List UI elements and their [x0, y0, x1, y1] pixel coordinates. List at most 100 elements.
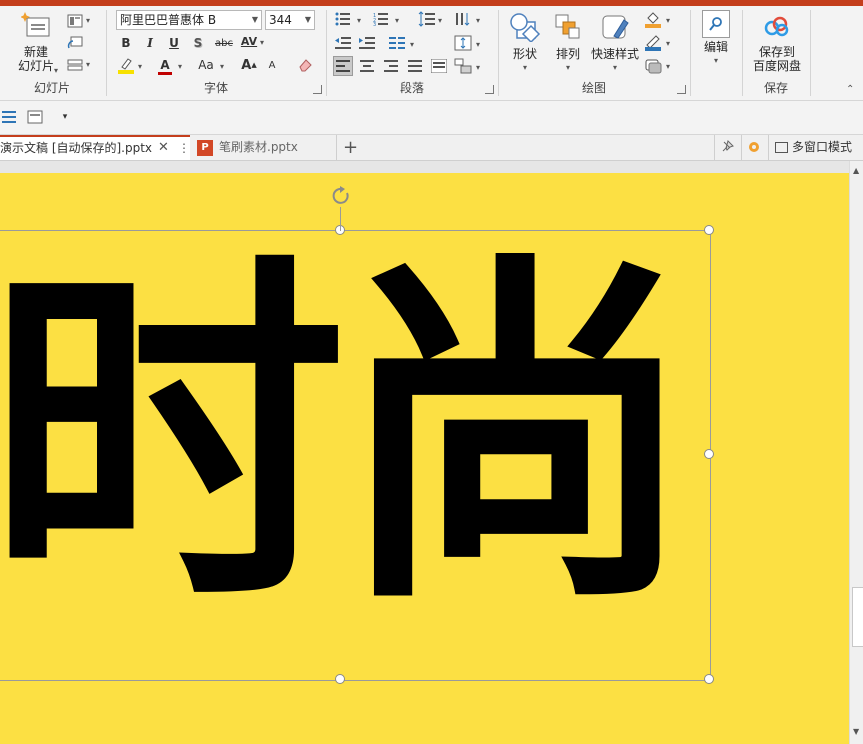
drawing-dialog-launcher-icon[interactable] — [677, 85, 686, 94]
quick-styles-button[interactable]: 快速样式 ▾ — [588, 12, 642, 75]
outline-view-icon[interactable] — [0, 108, 18, 126]
scroll-down-icon[interactable]: ▼ — [853, 727, 859, 736]
paragraph-group-label: 段落 — [399, 81, 424, 95]
shape-fill-button[interactable] — [644, 10, 662, 28]
paragraph-group: ▾ 123 ▾ ▾ ▾ ▾ ▾ ▾ 段落 — [328, 6, 496, 98]
align-left-button[interactable] — [333, 56, 353, 76]
save-to-baidu-label: 保存到 百度网盘 — [752, 45, 801, 73]
more-icon[interactable]: ⋮ — [178, 137, 190, 159]
shape-effects-button[interactable] — [644, 56, 662, 74]
tab-label: 笔刷素材.pptx — [219, 140, 298, 154]
divider — [714, 135, 715, 160]
distribute-button[interactable] — [430, 57, 448, 75]
save-to-baidu-button[interactable]: 保存到 百度网盘 — [748, 14, 806, 73]
multiwindow-mode-button[interactable]: 多窗口模式 — [775, 135, 863, 160]
text-direction-icon — [456, 13, 470, 26]
new-slide-dropdown-icon[interactable]: ▾ — [54, 66, 58, 75]
smartart-icon — [454, 58, 472, 74]
align-text-button[interactable] — [454, 34, 472, 52]
shape-outline-button[interactable] — [644, 33, 662, 51]
customize-toolbar-icon[interactable]: ▾ — [56, 108, 74, 126]
shrink-font-button[interactable]: A — [263, 56, 281, 74]
font-size-select[interactable]: 344 ▼ — [265, 10, 315, 30]
shapes-button[interactable]: 形状 ▾ — [504, 12, 546, 75]
edit-button[interactable]: 编辑 ▾ — [698, 10, 734, 68]
divider — [810, 10, 811, 96]
align-text-dropdown-icon[interactable]: ▾ — [476, 40, 480, 49]
line-spacing-button[interactable] — [418, 10, 436, 28]
paragraph-dialog-launcher-icon[interactable] — [485, 85, 494, 94]
line-spacing-dropdown-icon[interactable]: ▾ — [438, 16, 442, 25]
resize-handle-top-right[interactable] — [704, 225, 714, 235]
tab-presentation[interactable]: 演示文稿 [自动保存的].pptx ✕ ⋮ — [0, 135, 190, 160]
increase-indent-button[interactable] — [358, 34, 376, 52]
layout-icon[interactable] — [66, 12, 84, 30]
strikethrough-button[interactable]: abc — [212, 34, 236, 52]
font-group: 阿里巴巴普惠体 B ▼ 344 ▼ B I U S abc AV ▾ ▾ A ▾… — [108, 6, 324, 98]
section-dropdown-icon[interactable]: ▾ — [86, 60, 90, 69]
columns-dropdown-icon[interactable]: ▾ — [410, 40, 414, 49]
font-name-select[interactable]: 阿里巴巴普惠体 B ▼ — [116, 10, 262, 30]
underline-button[interactable]: U — [165, 34, 183, 52]
slide-view-icon[interactable] — [26, 108, 44, 126]
highlight-button[interactable] — [117, 56, 135, 74]
shape-effects-dropdown-icon[interactable]: ▾ — [666, 62, 670, 71]
bold-button[interactable]: B — [117, 34, 135, 52]
spacing-dropdown-icon[interactable]: ▾ — [260, 38, 264, 47]
columns-icon — [389, 37, 405, 49]
divider — [742, 10, 743, 96]
text-box-selection[interactable] — [0, 230, 711, 681]
section-icon[interactable] — [66, 56, 84, 74]
text-direction-button[interactable] — [454, 10, 472, 28]
layout-dropdown-icon[interactable]: ▾ — [86, 16, 90, 25]
shape-outline-dropdown-icon[interactable]: ▾ — [666, 39, 670, 48]
clear-format-button[interactable] — [296, 56, 314, 74]
slides-group-label: 幻灯片 — [33, 81, 70, 95]
resize-handle-right[interactable] — [704, 449, 714, 459]
rotate-handle-icon[interactable] — [330, 185, 352, 207]
scroll-thumb[interactable] — [852, 587, 863, 647]
decrease-indent-icon — [335, 37, 351, 49]
highlight-dropdown-icon[interactable]: ▾ — [138, 62, 142, 71]
bullets-button[interactable] — [334, 10, 352, 28]
text-direction-dropdown-icon[interactable]: ▾ — [476, 16, 480, 25]
close-icon[interactable]: ✕ — [158, 137, 169, 159]
change-case-button[interactable]: Aa — [194, 56, 218, 74]
shape-fill-dropdown-icon[interactable]: ▾ — [666, 16, 670, 25]
smartart-dropdown-icon[interactable]: ▾ — [476, 63, 480, 72]
tab-brush-material[interactable]: P 笔刷素材.pptx — [193, 135, 333, 160]
grow-font-button[interactable]: A ▲ — [240, 56, 258, 74]
character-spacing-button[interactable]: AV — [238, 32, 260, 50]
divider — [690, 10, 691, 96]
new-slide-button[interactable]: 新建 幻灯片 — [8, 12, 64, 73]
decrease-indent-button[interactable] — [334, 34, 352, 52]
window-icon — [775, 142, 788, 153]
new-tab-icon[interactable]: + — [343, 135, 359, 160]
font-color-dropdown-icon[interactable]: ▾ — [178, 62, 182, 71]
scroll-up-icon[interactable]: ▲ — [853, 166, 859, 175]
justify-button[interactable] — [406, 57, 424, 75]
reset-icon[interactable] — [66, 34, 84, 52]
numbering-dropdown-icon[interactable]: ▾ — [395, 16, 399, 25]
pin-icon[interactable] — [718, 138, 736, 156]
font-dialog-launcher-icon[interactable] — [313, 85, 322, 94]
arrange-button[interactable]: 排列 ▾ — [548, 12, 588, 75]
columns-button[interactable] — [388, 34, 406, 52]
vertical-scrollbar[interactable]: ▲ ▼ — [849, 161, 863, 744]
bullets-dropdown-icon[interactable]: ▾ — [357, 16, 361, 25]
resize-handle-bottom-right[interactable] — [704, 674, 714, 684]
font-color-bar — [158, 72, 172, 75]
align-center-button[interactable] — [358, 57, 376, 75]
font-name-value: 阿里巴巴普惠体 B — [120, 13, 217, 27]
settings-gear-icon[interactable] — [745, 138, 763, 156]
document-tabbar: 演示文稿 [自动保存的].pptx ✕ ⋮ P 笔刷素材.pptx + 多窗口模式 — [0, 135, 863, 161]
italic-button[interactable]: I — [141, 34, 159, 52]
align-right-button[interactable] — [382, 57, 400, 75]
drawing-group: 形状 ▾ 排列 ▾ 快速样式 ▾ ▾ ▾ ▾ 绘图 — [500, 6, 688, 98]
collapse-ribbon-icon[interactable]: ⌃ — [846, 84, 854, 95]
smartart-button[interactable] — [454, 57, 472, 75]
shadow-button[interactable]: S — [189, 34, 207, 52]
numbering-button[interactable]: 123 — [372, 10, 390, 28]
case-dropdown-icon[interactable]: ▾ — [220, 62, 224, 71]
resize-handle-bottom[interactable] — [335, 674, 345, 684]
